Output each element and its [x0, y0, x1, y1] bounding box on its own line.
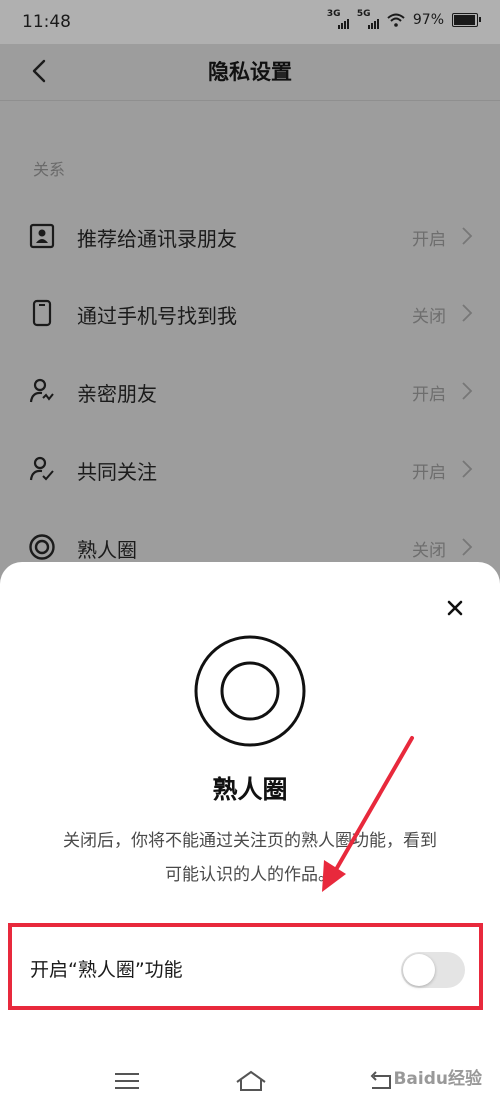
sheet-title: 熟人圈 [212, 775, 288, 804]
row-value: 关闭 [412, 307, 446, 327]
phone-icon [32, 299, 52, 327]
menu-icon[interactable] [112, 1068, 142, 1094]
signal-5g-icon: 5G [356, 9, 379, 29]
contact-card-icon [29, 223, 55, 249]
page-title: 隐私设置 [208, 60, 292, 84]
row-label: 通过手机号找到我 [77, 304, 237, 328]
acquaintance-circle-toggle[interactable] [401, 952, 465, 988]
status-time: 11:48 [22, 12, 71, 32]
status-bar: 11:48 3G 5G 97% [0, 0, 500, 44]
wifi-icon [387, 13, 405, 27]
battery-percent: 97% [412, 12, 444, 28]
setting-row-close-friends[interactable]: 亲密朋友 开启 [0, 361, 500, 421]
status-indicators: 3G 5G 97% [326, 9, 481, 29]
target-circle-icon [29, 534, 55, 560]
back-nav-icon[interactable] [366, 1068, 396, 1094]
net1-label: 3G [326, 9, 341, 19]
section-title: 关系 [33, 160, 66, 179]
row-value: 关闭 [412, 541, 446, 561]
row-label: 亲密朋友 [77, 382, 157, 406]
row-value: 开启 [412, 230, 446, 250]
setting-row-find-by-phone[interactable]: 通过手机号找到我 关闭 [0, 283, 500, 343]
close-icon[interactable] [443, 596, 467, 620]
row-label: 推荐给通讯录朋友 [77, 227, 237, 251]
watermark: Baidu经验 [393, 1069, 482, 1089]
chevron-right-icon [462, 227, 473, 245]
row-value: 开启 [412, 463, 446, 483]
person-heart-icon [29, 378, 54, 403]
bottom-sheet: 熟人圈 关闭后，你将不能通过关注页的熟人圈功能，看到可能认识的人的作品。 开启“… [0, 562, 500, 1111]
signal-3g-icon: 3G [326, 9, 349, 29]
chevron-right-icon [462, 382, 473, 400]
header: 隐私设置 [0, 44, 500, 101]
home-icon[interactable] [234, 1068, 268, 1094]
row-label: 共同关注 [77, 460, 157, 484]
target-circle-icon [194, 635, 306, 747]
toggle-row-highlight: 开启“熟人圈”功能 [8, 923, 483, 1010]
battery-icon [452, 13, 481, 27]
chevron-right-icon [462, 538, 473, 556]
setting-row-mutual-follow[interactable]: 共同关注 开启 [0, 439, 500, 499]
chevron-right-icon [462, 304, 473, 322]
chevron-right-icon [462, 460, 473, 478]
sheet-description: 关闭后，你将不能通过关注页的熟人圈功能，看到可能认识的人的作品。 [63, 831, 437, 885]
net2-label: 5G [356, 9, 371, 19]
toggle-knob [403, 954, 435, 986]
toggle-label: 开启“熟人圈”功能 [30, 959, 183, 981]
person-check-icon [29, 456, 54, 481]
row-value: 开启 [412, 385, 446, 405]
row-label: 熟人圈 [77, 538, 137, 562]
setting-row-recommend-contacts[interactable]: 推荐给通讯录朋友 开启 [0, 206, 500, 266]
